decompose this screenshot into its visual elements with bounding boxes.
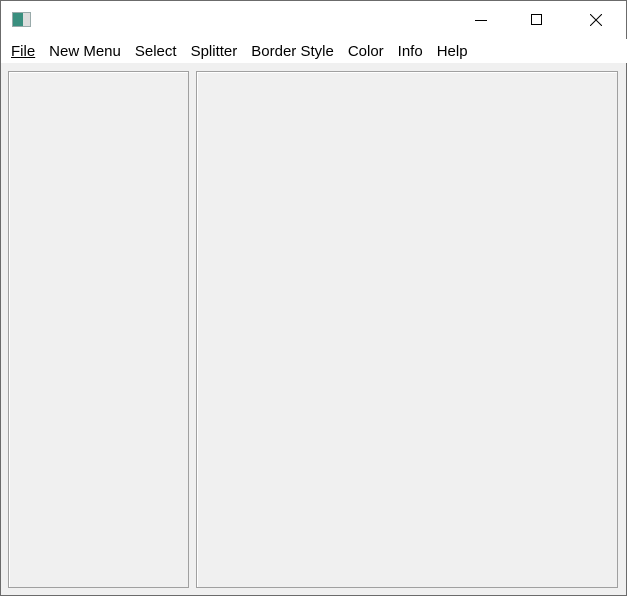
maximize-icon [531, 14, 542, 25]
close-button[interactable] [573, 1, 619, 39]
menu-file[interactable]: File [4, 43, 42, 60]
app-icon[interactable] [12, 12, 31, 27]
app-window: File New Menu Select Splitter Border Sty… [0, 0, 627, 596]
menu-splitter[interactable]: Splitter [184, 43, 245, 60]
menu-new-menu[interactable]: New Menu [42, 43, 128, 60]
menu-color[interactable]: Color [341, 43, 391, 60]
menu-bar: File New Menu Select Splitter Border Sty… [1, 39, 627, 63]
menu-help[interactable]: Help [430, 43, 475, 60]
menu-info[interactable]: Info [391, 43, 430, 60]
close-icon [590, 14, 602, 26]
right-panel[interactable] [196, 71, 618, 588]
menu-select[interactable]: Select [128, 43, 184, 60]
minimize-button[interactable] [458, 1, 504, 39]
maximize-button[interactable] [514, 1, 560, 39]
left-panel[interactable] [8, 71, 189, 588]
minimize-icon [475, 20, 487, 21]
title-bar [1, 1, 626, 39]
menu-border-style[interactable]: Border Style [244, 43, 341, 60]
